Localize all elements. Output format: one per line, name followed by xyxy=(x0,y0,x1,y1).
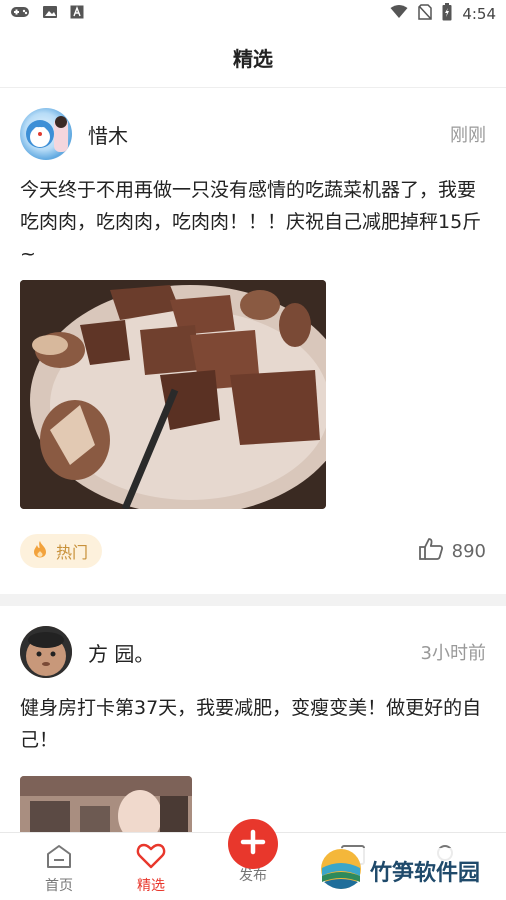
status-left-icons xyxy=(10,5,84,23)
hot-badge[interactable]: 热门 xyxy=(20,534,103,568)
grilled-meat-photo xyxy=(20,280,326,509)
nav-featured[interactable]: 精选 xyxy=(116,843,186,895)
gamepad-icon xyxy=(10,5,30,23)
post-text: 今天终于不用再做一只没有感情的吃蔬菜机器了，我要吃肉肉，吃肉肉，吃肉肉！！！庆祝… xyxy=(20,179,482,265)
username[interactable]: 方 园。 xyxy=(88,638,421,667)
feed-list[interactable]: 惜木 刚刚 今天终于不用再做一只没有感情的吃蔬菜机器了，我要吃肉肉，吃肉肉，吃肉… xyxy=(0,88,506,832)
page-title: 精选 xyxy=(233,47,273,71)
gym-selfie-photo xyxy=(20,776,192,832)
image-icon xyxy=(42,5,58,23)
feed-post[interactable]: 惜木 刚刚 今天终于不用再做一只没有感情的吃蔬菜机器了，我要吃肉肉，吃肉肉，吃肉… xyxy=(0,88,506,594)
nav-home-label: 首页 xyxy=(45,878,73,894)
status-time: 4:54 xyxy=(462,5,496,23)
watermark-logo-icon xyxy=(320,848,362,894)
a-notification-icon xyxy=(70,5,84,23)
nav-publish-label: 发布 xyxy=(239,868,267,884)
post-footer: 热门 890 xyxy=(20,534,486,568)
feed-post[interactable]: 方 园。 3小时前 健身房打卡第37天，我要减肥，变瘦变美！做更好的自己！ xyxy=(0,606,506,832)
post-image[interactable] xyxy=(20,776,192,832)
post-header: 惜木 刚刚 xyxy=(20,106,486,162)
plus-icon xyxy=(240,829,266,859)
nav-publish[interactable]: 发布 xyxy=(218,863,288,885)
home-icon xyxy=(45,845,73,873)
watermark-text: 竹笋软件园 xyxy=(370,861,481,886)
title-bar: 精选 xyxy=(0,28,506,88)
thumbs-up-icon xyxy=(418,537,444,566)
post-time: 刚刚 xyxy=(450,125,486,146)
like-button[interactable]: 890 xyxy=(418,537,486,566)
post-image[interactable] xyxy=(20,280,326,509)
no-sim-icon xyxy=(418,4,433,24)
post-time: 3小时前 xyxy=(420,643,486,664)
publish-button[interactable] xyxy=(228,819,278,869)
avatar[interactable] xyxy=(20,108,72,160)
post-header: 方 园。 3小时前 xyxy=(20,624,486,680)
heart-icon xyxy=(136,843,166,873)
flame-icon xyxy=(32,540,48,562)
username[interactable]: 惜木 xyxy=(88,120,450,149)
status-bar: 4:54 xyxy=(0,0,506,28)
watermark: 竹笋软件园 xyxy=(320,848,481,894)
post-separator xyxy=(0,594,506,606)
nav-featured-label: 精选 xyxy=(137,878,165,894)
status-right-icons: 4:54 xyxy=(390,3,496,25)
battery-icon xyxy=(442,3,452,25)
post-text: 健身房打卡第37天，我要减肥，变瘦变美！做更好的自己！ xyxy=(20,697,482,751)
nav-home[interactable]: 首页 xyxy=(24,843,94,895)
like-count: 890 xyxy=(451,540,486,562)
wifi-icon xyxy=(390,5,408,23)
avatar[interactable] xyxy=(20,626,72,678)
hot-badge-label: 热门 xyxy=(56,543,89,562)
